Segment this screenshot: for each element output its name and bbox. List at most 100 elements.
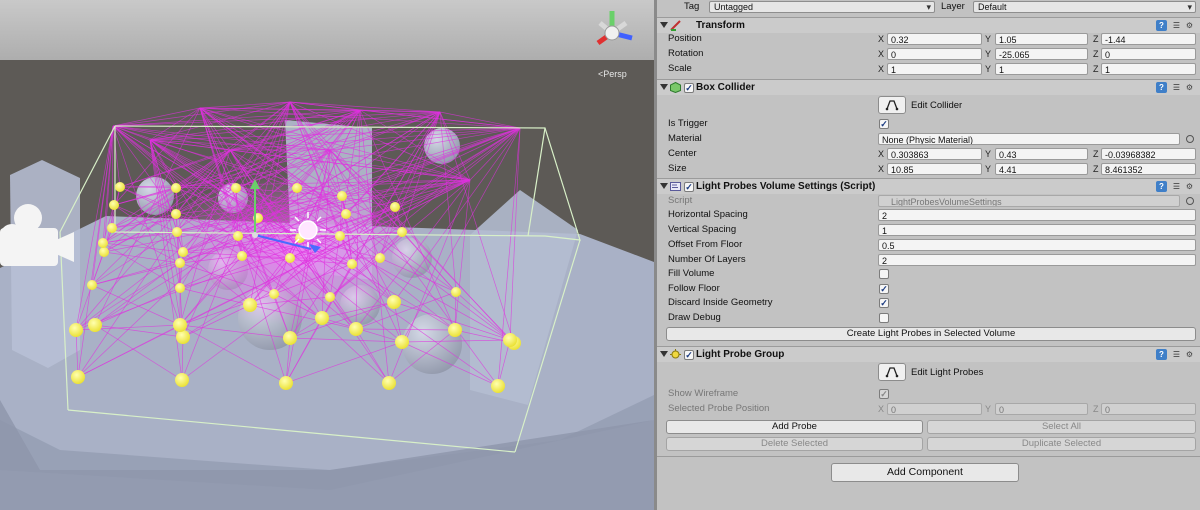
light-probe[interactable] <box>231 183 241 193</box>
gear-icon[interactable]: ⚙ <box>1184 349 1195 360</box>
preset-icon[interactable]: ☰ <box>1171 82 1182 93</box>
light-probe[interactable] <box>349 322 363 336</box>
layer-dropdown[interactable]: Default <box>973 1 1196 13</box>
light-probe[interactable] <box>175 283 185 293</box>
show-wireframe-checkbox[interactable]: ✓ <box>879 389 889 399</box>
create-light-probes-button[interactable]: Create Light Probes in Selected Volume <box>666 327 1196 341</box>
size-x-field[interactable]: 10.85 <box>887 163 982 175</box>
material-field[interactable]: None (Physic Material) <box>878 133 1180 145</box>
transform-header[interactable]: Transform ? ☰ ⚙ <box>657 17 1200 33</box>
help-icon[interactable]: ? <box>1156 20 1167 31</box>
light-probe[interactable] <box>233 231 243 241</box>
preset-icon[interactable]: ☰ <box>1171 181 1182 192</box>
horizontal-spacing-field[interactable]: 2 <box>878 209 1196 221</box>
light-probe[interactable] <box>178 247 188 257</box>
center-x-field[interactable]: 0.303863 <box>887 148 982 160</box>
lpv-settings-header[interactable]: ✓ Light Probes Volume Settings (Script) … <box>657 178 1200 194</box>
position-z-field[interactable]: -1.44 <box>1101 33 1196 45</box>
light-probe[interactable] <box>390 202 400 212</box>
light-probe[interactable] <box>69 323 83 337</box>
position-x-field[interactable]: 0.32 <box>887 33 982 45</box>
size-y-field[interactable]: 4.41 <box>995 163 1088 175</box>
light-probe[interactable] <box>448 323 462 337</box>
light-probe[interactable] <box>237 251 247 261</box>
position-y-field[interactable]: 1.05 <box>995 33 1088 45</box>
draw-debug-checkbox[interactable] <box>879 313 889 323</box>
light-probe[interactable] <box>87 280 97 290</box>
rotation-x-field[interactable]: 0 <box>887 48 982 60</box>
add-component-button[interactable]: Add Component <box>831 463 1019 482</box>
light-probe[interactable] <box>71 370 85 384</box>
light-probe[interactable] <box>175 373 189 387</box>
fold-arrow-icon[interactable] <box>660 84 668 90</box>
light-probe[interactable] <box>175 258 185 268</box>
help-icon[interactable]: ? <box>1156 82 1167 93</box>
select-all-button[interactable]: Select All <box>927 420 1196 434</box>
light-probe[interactable] <box>285 253 295 263</box>
light-probe[interactable] <box>503 333 517 347</box>
light-probe[interactable] <box>315 311 329 325</box>
light-probe[interactable] <box>243 298 257 312</box>
light-probe[interactable] <box>451 287 461 297</box>
light-probe[interactable] <box>387 295 401 309</box>
projection-label[interactable]: <Persp <box>598 69 627 79</box>
center-y-field[interactable]: 0.43 <box>995 148 1088 160</box>
fold-arrow-icon[interactable] <box>660 22 668 28</box>
light-probe[interactable] <box>88 318 102 332</box>
lpv-settings-enabled-checkbox[interactable]: ✓ <box>684 182 694 192</box>
box-collider-header[interactable]: ✓ Box Collider ? ☰ ⚙ <box>657 79 1200 95</box>
size-z-field[interactable]: 8.461352 <box>1101 163 1196 175</box>
light-probe[interactable] <box>173 318 187 332</box>
preset-icon[interactable]: ☰ <box>1171 349 1182 360</box>
light-probe[interactable] <box>325 292 335 302</box>
light-probe[interactable] <box>335 231 345 241</box>
light-probe[interactable] <box>107 223 117 233</box>
help-icon[interactable]: ? <box>1156 181 1167 192</box>
duplicate-selected-button[interactable]: Duplicate Selected <box>927 437 1196 451</box>
light-probe[interactable] <box>172 227 182 237</box>
light-probe[interactable] <box>99 247 109 257</box>
vertical-spacing-field[interactable]: 1 <box>878 224 1196 236</box>
light-probe[interactable] <box>337 191 347 201</box>
layers-field[interactable]: 2 <box>878 254 1196 266</box>
box-collider-enabled-checkbox[interactable]: ✓ <box>684 83 694 93</box>
center-z-field[interactable]: -0.03968382 <box>1101 148 1196 160</box>
offset-field[interactable]: 0.5 <box>878 239 1196 251</box>
light-probe-group-enabled-checkbox[interactable]: ✓ <box>684 350 694 360</box>
light-probe[interactable] <box>115 182 125 192</box>
light-probe[interactable] <box>375 253 385 263</box>
light-probe[interactable] <box>109 200 119 210</box>
rotation-z-field[interactable]: 0 <box>1101 48 1196 60</box>
fill-volume-checkbox[interactable] <box>879 269 889 279</box>
fold-arrow-icon[interactable] <box>660 183 668 189</box>
scale-z-field[interactable]: 1 <box>1101 63 1196 75</box>
light-probe[interactable] <box>171 209 181 219</box>
light-probe[interactable] <box>176 330 190 344</box>
fold-arrow-icon[interactable] <box>660 351 668 357</box>
object-picker-icon[interactable] <box>1186 135 1194 143</box>
add-probe-button[interactable]: Add Probe <box>666 420 923 434</box>
light-probe[interactable] <box>395 335 409 349</box>
light-probe[interactable] <box>491 379 505 393</box>
light-probe[interactable] <box>283 331 297 345</box>
scale-x-field[interactable]: 1 <box>887 63 982 75</box>
light-probe[interactable] <box>397 227 407 237</box>
light-probe[interactable] <box>279 376 293 390</box>
light-probe[interactable] <box>382 376 396 390</box>
edit-light-probes-button[interactable] <box>878 363 906 381</box>
preset-icon[interactable]: ☰ <box>1171 20 1182 31</box>
light-probe[interactable] <box>269 289 279 299</box>
help-icon[interactable]: ? <box>1156 349 1167 360</box>
gear-icon[interactable]: ⚙ <box>1184 20 1195 31</box>
edit-collider-button[interactable] <box>878 96 906 114</box>
light-probe-group-header[interactable]: ✓ Light Probe Group ? ☰ ⚙ <box>657 346 1200 362</box>
delete-selected-button[interactable]: Delete Selected <box>666 437 923 451</box>
light-probe[interactable] <box>341 209 351 219</box>
light-probe[interactable] <box>292 183 302 193</box>
gear-icon[interactable]: ⚙ <box>1184 82 1195 93</box>
scene-view[interactable]: <Persp <box>0 0 654 510</box>
light-probe[interactable] <box>171 183 181 193</box>
rotation-y-field[interactable]: -25.065 <box>995 48 1088 60</box>
is-trigger-checkbox[interactable]: ✓ <box>879 119 889 129</box>
scene-canvas[interactable] <box>0 0 654 510</box>
